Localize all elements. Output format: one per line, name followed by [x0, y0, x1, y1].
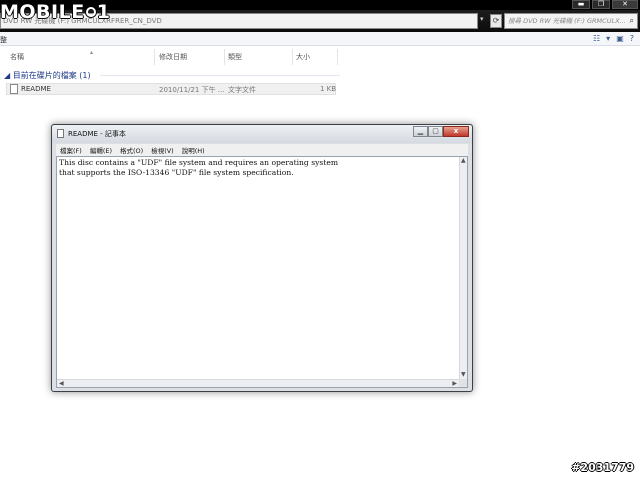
- minimize-button[interactable]: ▬: [572, 0, 590, 9]
- column-divider[interactable]: [224, 49, 225, 65]
- organize-menu[interactable]: 整: [0, 35, 7, 45]
- group-divider: [100, 75, 340, 76]
- scroll-left-icon[interactable]: ◀: [59, 381, 64, 387]
- search-placeholder: 搜尋 DVD RW 光碟機 (F:) GRMCULX...: [508, 17, 626, 25]
- column-header-type[interactable]: 類型: [228, 52, 242, 62]
- column-header-date[interactable]: 修改日期: [159, 52, 187, 62]
- scroll-right-icon[interactable]: ▶: [452, 381, 457, 387]
- notepad-text-area[interactable]: This disc contains a "UDF" file system a…: [56, 156, 468, 388]
- preview-pane-icon[interactable]: ▣: [616, 34, 624, 43]
- view-controls: ☷ ▾ ▣ ?: [593, 34, 634, 43]
- notepad-window-controls: ▁ ▢ x: [413, 126, 469, 137]
- file-type: 文字文件: [228, 86, 256, 94]
- window-controls: ▬ ❐ ✕: [572, 0, 638, 9]
- notepad-maximize-button[interactable]: ▢: [428, 126, 443, 137]
- maximize-button[interactable]: ❐: [592, 0, 610, 9]
- menu-view[interactable]: 檢視(V): [151, 145, 174, 155]
- group-header[interactable]: ◢ 目前在碟片的檔案 (1): [4, 70, 91, 81]
- scroll-up-icon[interactable]: ▲: [461, 158, 466, 164]
- scroll-down-icon[interactable]: ▼: [461, 372, 466, 378]
- horizontal-scrollbar[interactable]: ◀ ▶: [57, 379, 459, 387]
- collapse-arrow-icon[interactable]: ◢: [4, 71, 10, 80]
- sort-arrow-icon: ▴: [90, 49, 94, 56]
- notepad-content: This disc contains a "UDF" file system a…: [59, 158, 339, 177]
- column-divider[interactable]: [292, 49, 293, 65]
- help-icon[interactable]: ?: [630, 34, 634, 43]
- notepad-title: README - 記事本: [68, 130, 126, 138]
- file-date: 2010/11/21 下午 ...: [159, 86, 225, 94]
- file-name: README: [21, 85, 51, 93]
- column-header-size[interactable]: 大小: [296, 52, 310, 62]
- notepad-window: README - 記事本 ▁ ▢ x 檔案(F) 編輯(E) 格式(O) 檢視(…: [51, 124, 473, 392]
- column-headers: ▴ 名稱 修改日期 類型 大小: [0, 49, 640, 65]
- notepad-title-bar[interactable]: README - 記事本 ▁ ▢ x: [52, 125, 472, 143]
- search-icon[interactable]: ⌕: [630, 16, 634, 26]
- close-button[interactable]: ✕: [612, 0, 638, 9]
- file-size: 1 KB: [320, 85, 337, 93]
- watermark: #2031779: [571, 461, 634, 474]
- notepad-icon: [57, 129, 64, 138]
- group-label: 目前在碟片的檔案 (1): [12, 71, 91, 80]
- address-dropdown-icon[interactable]: ▾: [480, 15, 489, 27]
- column-header-name[interactable]: 名稱: [10, 52, 24, 62]
- menu-file[interactable]: 檔案(F): [60, 145, 82, 155]
- notepad-close-button[interactable]: x: [443, 126, 469, 137]
- command-bar: 整 ☷ ▾ ▣ ?: [0, 32, 640, 46]
- refresh-icon[interactable]: ⟳: [490, 14, 502, 28]
- notepad-menu-bar: 檔案(F) 編輯(E) 格式(O) 檢視(V) 說明(H): [56, 144, 468, 156]
- column-divider[interactable]: [154, 49, 155, 65]
- column-divider[interactable]: [337, 49, 338, 65]
- text-file-icon: [10, 84, 18, 94]
- menu-edit[interactable]: 編輯(E): [90, 145, 112, 155]
- notepad-minimize-button[interactable]: ▁: [413, 126, 428, 137]
- vertical-scrollbar[interactable]: ▲ ▼: [459, 157, 467, 379]
- view-dropdown-icon[interactable]: ▾: [606, 34, 610, 43]
- menu-format[interactable]: 格式(O): [120, 145, 143, 155]
- file-row[interactable]: README 2010/11/21 下午 ... 文字文件 1 KB: [6, 83, 336, 95]
- search-input[interactable]: 搜尋 DVD RW 光碟機 (F:) GRMCULX... ⌕: [504, 13, 638, 29]
- mobile01-logo: MOBILE 1: [0, 1, 111, 23]
- menu-help[interactable]: 說明(H): [182, 145, 205, 155]
- scrollbar-corner: [459, 379, 467, 387]
- view-options-icon[interactable]: ☷: [593, 34, 600, 43]
